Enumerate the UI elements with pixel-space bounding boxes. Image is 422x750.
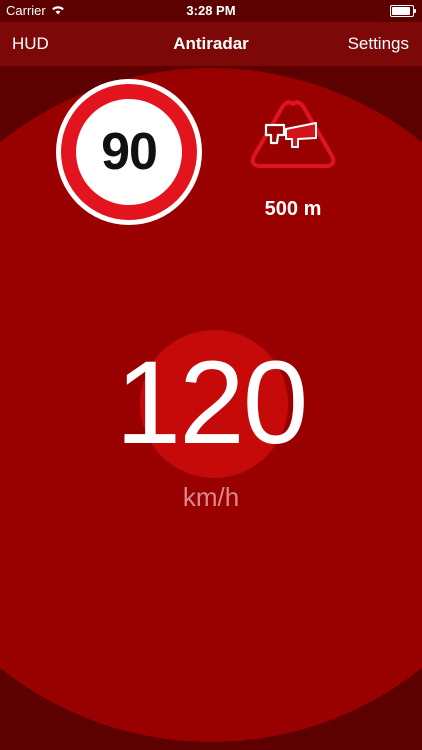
battery-icon <box>390 5 416 17</box>
status-bar: Carrier 3:28 PM <box>0 0 422 22</box>
speed-unit: km/h <box>182 482 240 512</box>
speed-limit-value: 90 <box>101 123 158 181</box>
app-screen: Carrier 3:28 PM HUD Antiradar Settings 9… <box>0 0 422 750</box>
camera-distance: 500 m <box>264 198 322 220</box>
settings-button[interactable]: Settings <box>348 34 409 54</box>
current-speed: 120 <box>115 337 309 469</box>
speed-camera-warning-icon <box>246 98 340 178</box>
speed-limit-sign: 90 <box>56 79 202 225</box>
navigation-bar: HUD Antiradar Settings <box>0 22 422 66</box>
status-time: 3:28 PM <box>186 3 236 18</box>
speed-limit-face: 90 <box>76 99 182 205</box>
battery-level <box>392 7 410 15</box>
